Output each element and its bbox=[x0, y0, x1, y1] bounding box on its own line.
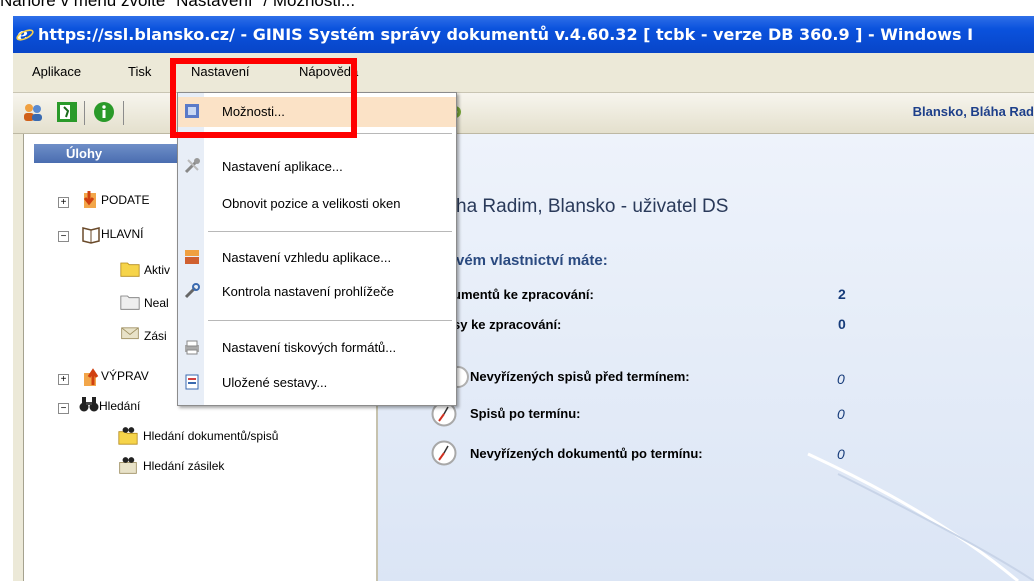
overdue-files-label: Spisů po termínu: bbox=[470, 406, 581, 421]
appearance-icon bbox=[185, 250, 199, 264]
binoculars-icon bbox=[79, 397, 99, 412]
print-formats-icon bbox=[185, 340, 199, 355]
tree-item-nealokovane[interactable]: Neal bbox=[144, 293, 169, 313]
menu-item-obnovit-pozice[interactable]: Obnovit pozice a velikosti oken bbox=[178, 189, 456, 219]
stat-files-value[interactable]: 0 bbox=[838, 316, 846, 332]
instruction-caption: Nahoře v menu zvolte "Nastavení" / Možno… bbox=[0, 0, 356, 10]
menu-item-tiskove-formaty[interactable]: Nastavení tiskových formátů... bbox=[178, 333, 456, 363]
menu-item-nastaveni-aplikace[interactable]: Nastavení aplikace... bbox=[178, 152, 456, 182]
tree-item-hledani-dokumentu[interactable]: Hledání dokumentů/spisů bbox=[143, 426, 278, 446]
toolbar-separator bbox=[123, 101, 124, 125]
menubar: Aplikace Tisk Nastavení Nápověda bbox=[13, 53, 1034, 93]
expand-toggle[interactable]: + bbox=[58, 374, 69, 385]
overdue-documents-value[interactable]: 0 bbox=[837, 446, 845, 462]
overdue-files-value[interactable]: 0 bbox=[837, 406, 845, 422]
window-titlebar: e https://ssl.blansko.cz/ - GINIS Systém … bbox=[13, 16, 1034, 53]
ownership-subtitle: vém vlastnictví máte: bbox=[456, 252, 608, 269]
info-icon[interactable] bbox=[93, 101, 115, 123]
deadline-before-value[interactable]: 0 bbox=[837, 371, 845, 387]
tree-item-vypravna[interactable]: VÝPRAV bbox=[101, 366, 149, 386]
intake-icon bbox=[83, 191, 96, 208]
tree-item-podatelna[interactable]: PODATE bbox=[101, 190, 149, 210]
dispatch-icon bbox=[84, 368, 99, 386]
menu-tisk[interactable]: Tisk bbox=[128, 64, 151, 79]
stat-documents-label: umentů ke zpracování: bbox=[453, 287, 594, 302]
menu-item-label: Nastavení aplikace... bbox=[222, 159, 343, 174]
stat-documents-value[interactable]: 2 bbox=[838, 286, 846, 302]
left-frame-border bbox=[13, 134, 24, 581]
toolbar: Blansko, Bláha Rad bbox=[13, 93, 1034, 134]
collapse-toggle[interactable]: − bbox=[58, 403, 69, 414]
menu-item-label: Uložené sestavy... bbox=[222, 375, 328, 390]
browser-check-icon bbox=[184, 283, 200, 299]
ie-icon: e bbox=[16, 25, 34, 43]
welcome-title: ha Radim, Blansko - uživatel DS bbox=[456, 196, 729, 217]
tree-item-hledani-zasilek[interactable]: Hledání zásilek bbox=[143, 456, 224, 476]
menu-aplikace[interactable]: Aplikace bbox=[32, 64, 81, 79]
envelope-icon bbox=[121, 327, 139, 340]
toolbar-separator bbox=[84, 101, 85, 125]
menu-item-label: Kontrola nastavení prohlížeče bbox=[222, 284, 394, 299]
overdue-documents-label: Nevyřízených dokumentů po termínu: bbox=[470, 446, 703, 461]
tree-item-aktivni[interactable]: Aktiv bbox=[144, 260, 170, 280]
folder-icon bbox=[120, 262, 140, 277]
menu-item-label: Obnovit pozice a velikosti oken bbox=[222, 196, 401, 211]
users-icon[interactable] bbox=[22, 101, 44, 123]
expand-toggle[interactable]: + bbox=[58, 197, 69, 208]
nastaveni-dropdown-menu: Možnosti... Nastavení aplikace... Obnovi… bbox=[177, 92, 457, 406]
clock-icon bbox=[431, 440, 457, 466]
saved-reports-icon bbox=[185, 374, 199, 390]
red-highlight-box bbox=[170, 58, 357, 138]
menu-separator bbox=[208, 231, 452, 232]
menu-item-kontrola-prohlizece[interactable]: Kontrola nastavení prohlížeče bbox=[178, 277, 456, 307]
collapse-toggle[interactable]: − bbox=[58, 231, 69, 242]
menu-item-ulozene-sestavy[interactable]: Uložené sestavy... bbox=[178, 368, 456, 398]
deadline-before-label: Nevyřízených spisů před termínem: bbox=[470, 369, 690, 384]
document-icon bbox=[120, 295, 140, 310]
menu-item-nastaveni-vzhledu[interactable]: Nastavení vzhledu aplikace... bbox=[178, 243, 456, 273]
window-title: https://ssl.blansko.cz/ - GINIS Systém s… bbox=[38, 25, 974, 44]
stat-files-label: sy ke zpracování: bbox=[453, 317, 562, 332]
exit-icon[interactable] bbox=[56, 101, 78, 123]
current-user: Blansko, Bláha Rad bbox=[912, 104, 1034, 119]
tree-item-hlavni[interactable]: HLAVNÍ bbox=[101, 224, 143, 244]
menu-item-label: Nastavení vzhledu aplikace... bbox=[222, 250, 392, 265]
menu-item-label: Nastavení tiskových formátů... bbox=[222, 340, 397, 355]
tools-icon bbox=[184, 158, 200, 174]
book-icon bbox=[82, 227, 100, 244]
menu-separator bbox=[208, 320, 452, 321]
search-documents-icon bbox=[118, 427, 138, 445]
tree-item-zasilky[interactable]: Zási bbox=[144, 326, 167, 346]
tree-item-hledani[interactable]: Hledání bbox=[99, 396, 140, 416]
search-shipments-icon bbox=[119, 457, 137, 474]
